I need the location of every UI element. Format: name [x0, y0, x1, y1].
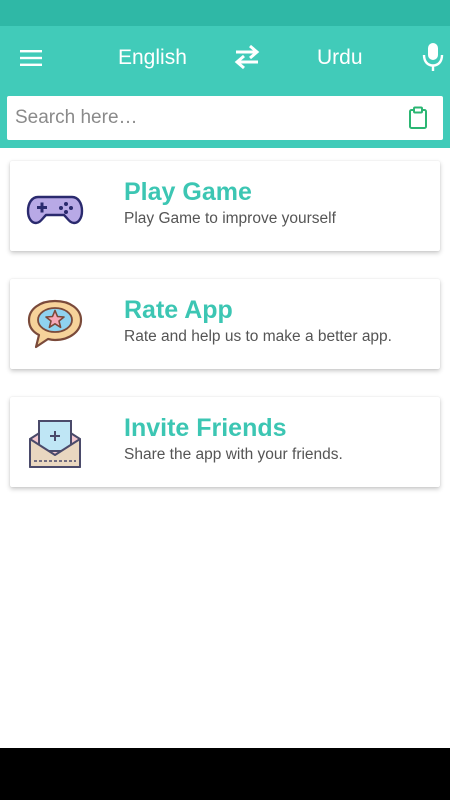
app-toolbar: English Urdu [0, 26, 450, 148]
play-game-card[interactable]: Play Game Play Game to improve yourself [10, 161, 440, 251]
target-language-button[interactable]: Urdu [317, 44, 363, 72]
voice-input-button[interactable] [418, 40, 448, 74]
card-title: Invite Friends [124, 414, 287, 442]
invite-friends-card[interactable]: Invite Friends Share the app with your f… [10, 397, 440, 487]
card-subtitle: Rate and help us to make a better app. [124, 328, 392, 345]
source-language-button[interactable]: English [118, 44, 187, 72]
swap-icon [234, 44, 260, 70]
card-subtitle: Play Game to improve yourself [124, 210, 336, 227]
microphone-icon [422, 43, 444, 71]
search-bar [7, 96, 443, 140]
menu-button[interactable] [16, 46, 46, 70]
search-input[interactable] [15, 96, 395, 140]
card-title: Play Game [124, 178, 252, 206]
card-subtitle: Share the app with your friends. [124, 446, 343, 463]
rate-app-card[interactable]: Rate App Rate and help us to make a bett… [10, 279, 440, 369]
star-chat-bubble-icon [27, 299, 83, 349]
paste-clipboard-button[interactable] [407, 106, 429, 130]
gamepad-icon [26, 195, 84, 225]
clipboard-icon [409, 106, 427, 129]
swap-languages-button[interactable] [230, 42, 264, 72]
system-navigation-bar [0, 748, 450, 800]
envelope-invite-icon [29, 420, 81, 468]
status-bar [0, 0, 450, 26]
card-title: Rate App [124, 296, 233, 324]
menu-icon [20, 50, 42, 66]
